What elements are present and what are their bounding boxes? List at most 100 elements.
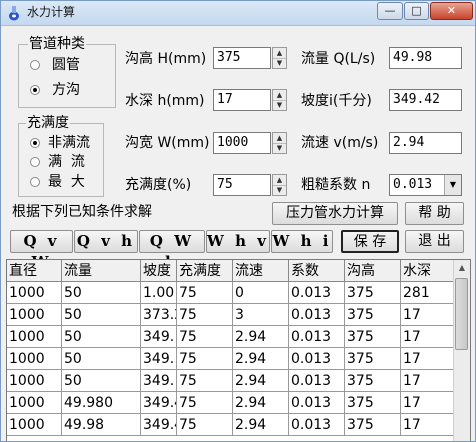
table-cell[interactable]: 349. bbox=[141, 348, 177, 370]
table-cell[interactable]: 75 bbox=[177, 414, 233, 436]
table-cell[interactable]: 2.94 bbox=[233, 392, 289, 414]
solve-qvh-button[interactable]: Q v h bbox=[74, 230, 138, 253]
table-cell[interactable]: 1000 bbox=[7, 326, 62, 348]
spin-down-icon[interactable]: ▼ bbox=[273, 58, 286, 68]
fill-percent-input[interactable]: 75 bbox=[213, 174, 271, 196]
table-cell[interactable]: 0.013 bbox=[289, 392, 345, 414]
table-cell[interactable]: 17 bbox=[401, 348, 455, 370]
chevron-down-icon[interactable]: ▼ bbox=[444, 175, 461, 195]
column-header[interactable]: 坡度 bbox=[141, 260, 177, 282]
column-header[interactable]: 充满度 bbox=[177, 260, 233, 282]
main-window: 水力计算 — □ ✕ 管道种类 圆管 方沟 充满度 非满流 满 流 最 大 沟高… bbox=[0, 0, 476, 442]
table-cell[interactable]: 50 bbox=[62, 370, 141, 392]
water-depth-input[interactable]: 17 bbox=[213, 89, 271, 111]
table-cell[interactable]: 1000 bbox=[7, 304, 62, 326]
table-cell[interactable]: 1000 bbox=[7, 392, 62, 414]
table-cell[interactable]: 281 bbox=[401, 282, 455, 304]
flow-rate-input[interactable]: 49.98 bbox=[389, 47, 462, 69]
table-cell[interactable]: 75 bbox=[177, 304, 233, 326]
table-cell[interactable]: 2.94 bbox=[233, 348, 289, 370]
table-cell[interactable]: 75 bbox=[177, 326, 233, 348]
scroll-up-icon[interactable]: ▲ bbox=[454, 260, 470, 276]
table-cell[interactable]: 17 bbox=[401, 304, 455, 326]
spin-down-icon[interactable]: ▼ bbox=[273, 143, 286, 153]
table-cell[interactable]: 349.4 bbox=[141, 414, 177, 436]
table-cell[interactable]: 17 bbox=[401, 370, 455, 392]
table-cell[interactable]: 1000 bbox=[7, 370, 62, 392]
table-cell[interactable]: 75 bbox=[177, 348, 233, 370]
table-cell[interactable]: 1000 bbox=[7, 282, 62, 304]
table-cell[interactable]: 17 bbox=[401, 326, 455, 348]
table-cell[interactable]: 0.013 bbox=[289, 348, 345, 370]
velocity-input[interactable]: 2.94 bbox=[389, 132, 462, 154]
help-button[interactable]: 帮 助 bbox=[405, 202, 464, 225]
fill-percent-spinner[interactable]: ▲ ▼ bbox=[272, 174, 287, 196]
channel-width-input[interactable]: 1000 bbox=[213, 132, 271, 154]
table-cell[interactable]: 373.2 bbox=[141, 304, 177, 326]
table-cell[interactable]: 49.980 bbox=[62, 392, 141, 414]
table-cell[interactable]: 375 bbox=[345, 282, 401, 304]
table-cell[interactable]: 375 bbox=[345, 304, 401, 326]
scrollbar-thumb[interactable] bbox=[455, 278, 468, 350]
roughness-select[interactable]: 0.013 ▼ bbox=[389, 174, 462, 196]
slope-input[interactable]: 349.42 bbox=[389, 89, 462, 111]
title-bar[interactable]: 水力计算 — □ ✕ bbox=[1, 1, 475, 26]
vertical-scrollbar[interactable]: ▲ bbox=[453, 260, 470, 441]
table-cell[interactable]: 0.013 bbox=[289, 414, 345, 436]
table-cell[interactable]: 50 bbox=[62, 304, 141, 326]
table-cell[interactable]: 375 bbox=[345, 348, 401, 370]
table-cell[interactable]: 349. bbox=[141, 326, 177, 348]
spin-down-icon[interactable]: ▼ bbox=[273, 100, 286, 110]
table-cell[interactable]: 2.94 bbox=[233, 414, 289, 436]
solve-whi-button[interactable]: W h i bbox=[271, 230, 333, 253]
table-cell[interactable]: 1.00 bbox=[141, 282, 177, 304]
table-cell[interactable]: 375 bbox=[345, 370, 401, 392]
maximize-button[interactable]: □ bbox=[404, 2, 429, 20]
column-header[interactable]: 流速 bbox=[233, 260, 289, 282]
table-cell[interactable]: 0.013 bbox=[289, 304, 345, 326]
table-cell[interactable]: 2.94 bbox=[233, 326, 289, 348]
table-cell[interactable]: 0 bbox=[233, 282, 289, 304]
column-header[interactable]: 沟高 bbox=[345, 260, 401, 282]
close-button[interactable]: ✕ bbox=[430, 2, 473, 20]
channel-height-spinner[interactable]: ▲ ▼ bbox=[272, 47, 287, 69]
pressure-pipe-button[interactable]: 压力管水力计算 bbox=[272, 202, 398, 225]
solve-qvw-button[interactable]: Q v W bbox=[10, 230, 73, 271]
table-cell[interactable]: 75 bbox=[177, 392, 233, 414]
table-cell[interactable]: 375 bbox=[345, 414, 401, 436]
table-cell[interactable]: 0.013 bbox=[289, 326, 345, 348]
minimize-button[interactable]: — bbox=[377, 2, 403, 20]
table-cell[interactable]: 349. bbox=[141, 370, 177, 392]
channel-width-spinner[interactable]: ▲ ▼ bbox=[272, 132, 287, 154]
table-cell[interactable]: 349.4 bbox=[141, 392, 177, 414]
column-header[interactable]: 直径 bbox=[7, 260, 62, 282]
table-cell[interactable]: 17 bbox=[401, 392, 455, 414]
table-cell[interactable]: 49.98 bbox=[62, 414, 141, 436]
spin-down-icon[interactable]: ▼ bbox=[273, 185, 286, 195]
table-cell[interactable]: 50 bbox=[62, 282, 141, 304]
column-header[interactable]: 水深 bbox=[401, 260, 455, 282]
table-cell[interactable]: 375 bbox=[345, 392, 401, 414]
table-cell[interactable]: 75 bbox=[177, 370, 233, 392]
radio-label: 非满流 bbox=[48, 135, 90, 151]
exit-button[interactable]: 退 出 bbox=[405, 230, 464, 253]
table-cell[interactable]: 1000 bbox=[7, 414, 62, 436]
column-header[interactable]: 系数 bbox=[289, 260, 345, 282]
table-cell[interactable]: 3 bbox=[233, 304, 289, 326]
table-cell[interactable]: 75 bbox=[177, 282, 233, 304]
water-depth-spinner[interactable]: ▲ ▼ bbox=[272, 89, 287, 111]
solve-qwh-button[interactable]: Q W h bbox=[139, 230, 205, 271]
table-cell[interactable]: 50 bbox=[62, 348, 141, 370]
solve-whv-button[interactable]: W h v bbox=[206, 230, 270, 253]
table-cell[interactable]: 0.013 bbox=[289, 370, 345, 392]
table-cell[interactable]: 1000 bbox=[7, 348, 62, 370]
table-cell[interactable]: 0.013 bbox=[289, 282, 345, 304]
table-cell[interactable]: 2.94 bbox=[233, 370, 289, 392]
column-header[interactable]: 流量 bbox=[62, 260, 141, 282]
table-cell[interactable]: 17 bbox=[401, 414, 455, 436]
channel-height-input[interactable]: 375 bbox=[213, 47, 271, 69]
table-cell[interactable]: 50 bbox=[62, 326, 141, 348]
save-button[interactable]: 保 存 bbox=[341, 230, 399, 253]
table-cell[interactable]: 375 bbox=[345, 326, 401, 348]
results-table[interactable]: 直径 流量 坡度 充满度 流速 系数 沟高 水深 1000 50 1.00 75 0 0.013 375 2… bbox=[6, 259, 471, 441]
